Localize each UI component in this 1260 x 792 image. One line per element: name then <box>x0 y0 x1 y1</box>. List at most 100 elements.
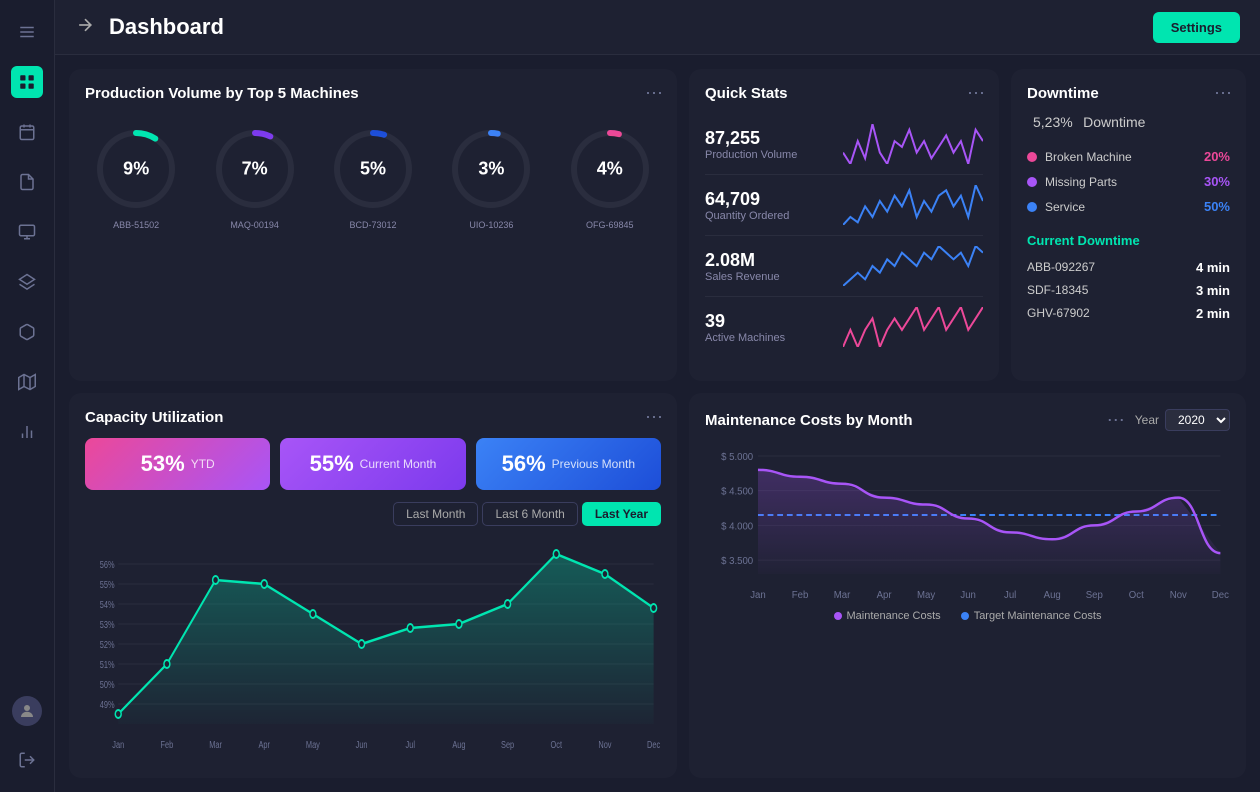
production-volume-title: Production Volume by Top 5 Machines <box>85 85 661 102</box>
svg-text:$ 3.500: $ 3.500 <box>721 556 754 567</box>
quick-stats-menu[interactable]: ⋯ <box>967 83 985 104</box>
sidebar-logout-icon[interactable] <box>11 744 43 776</box>
svg-text:Oct: Oct <box>551 739 563 750</box>
sidebar-menu-icon[interactable] <box>11 16 43 48</box>
svg-text:Mar: Mar <box>834 590 851 601</box>
maintenance-title: Maintenance Costs by Month <box>705 412 913 429</box>
sidebar-monitor-icon[interactable] <box>11 216 43 248</box>
back-arrow-icon[interactable] <box>75 15 95 40</box>
capacity-box: 55% Current Month <box>280 438 465 490</box>
legend-dot <box>961 612 969 620</box>
downtime-item: Broken Machine 20% <box>1027 144 1230 169</box>
svg-text:Aug: Aug <box>1044 590 1061 601</box>
filter-button[interactable]: Last 6 Month <box>482 502 577 526</box>
svg-text:56%: 56% <box>100 559 115 570</box>
current-downtime-item: ABB-092267 4 min <box>1027 256 1230 279</box>
settings-button[interactable]: Settings <box>1153 12 1240 43</box>
downtime-percentage: 5,23% Downtime <box>1027 114 1230 132</box>
svg-text:May: May <box>306 739 320 750</box>
maintenance-menu[interactable]: ⋯ <box>1107 410 1125 431</box>
sidebar-cube-icon[interactable] <box>11 316 43 348</box>
stat-row: 87,255 Production Volume <box>705 114 983 175</box>
downtime-card: Downtime ⋯ 5,23% Downtime Broken Machine… <box>1011 69 1246 381</box>
downtime-menu[interactable]: ⋯ <box>1214 83 1232 104</box>
page-title: Dashboard <box>109 14 224 40</box>
production-volume-card: Production Volume by Top 5 Machines ⋯ 9%… <box>69 69 677 381</box>
header: Dashboard Settings <box>55 0 1260 55</box>
svg-text:Jan: Jan <box>750 590 765 601</box>
sidebar-chart-icon[interactable] <box>11 416 43 448</box>
sidebar <box>0 0 55 792</box>
capacity-menu[interactable]: ⋯ <box>645 407 663 428</box>
svg-text:55%: 55% <box>100 579 115 590</box>
capacity-box: 56% Previous Month <box>476 438 661 490</box>
capacity-card: Capacity Utilization ⋯ 53% YTD 55% Curre… <box>69 393 677 778</box>
svg-text:Oct: Oct <box>1129 590 1144 601</box>
svg-text:Apr: Apr <box>877 590 893 601</box>
machine-circle: 9% ABB-51502 <box>91 124 181 230</box>
downtime-title: Downtime <box>1027 85 1230 102</box>
stat-row: 39 Active Machines <box>705 297 983 357</box>
year-dropdown[interactable]: 202020212022 <box>1165 409 1230 431</box>
svg-text:Aug: Aug <box>452 739 465 750</box>
svg-text:Feb: Feb <box>792 590 809 601</box>
circles-row: 9% ABB-51502 7% MAQ-00194 <box>85 114 661 235</box>
filter-button[interactable]: Last Month <box>393 502 478 526</box>
sidebar-document-icon[interactable] <box>11 166 43 198</box>
svg-text:Sep: Sep <box>1086 590 1104 601</box>
svg-text:Dec: Dec <box>1212 590 1229 601</box>
sidebar-dashboard-icon[interactable] <box>11 66 43 98</box>
svg-text:Mar: Mar <box>209 739 222 750</box>
downtime-item: Service 50% <box>1027 194 1230 219</box>
svg-text:Jul: Jul <box>1004 590 1016 601</box>
time-filters: Last MonthLast 6 MonthLast Year <box>85 502 661 526</box>
capacity-chart: 56%55%54%53%52%51%50%49%JanFebMarAprMayJ… <box>85 534 661 754</box>
current-downtime-item: GHV-67902 2 min <box>1027 302 1230 325</box>
main-content: Dashboard Settings Production Volume by … <box>55 0 1260 792</box>
svg-text:$ 5.000: $ 5.000 <box>721 452 754 463</box>
svg-text:53%: 53% <box>100 619 115 630</box>
machine-circle: 4% OFG-69845 <box>565 124 655 230</box>
stats-container: 87,255 Production Volume 64,709 Quantity… <box>705 114 983 357</box>
sidebar-layers-icon[interactable] <box>11 266 43 298</box>
svg-text:Feb: Feb <box>161 739 174 750</box>
maintenance-legend: Maintenance Costs Target Maintenance Cos… <box>705 610 1230 622</box>
svg-text:Jun: Jun <box>356 739 368 750</box>
dashboard-body: Production Volume by Top 5 Machines ⋯ 9%… <box>55 55 1260 792</box>
current-downtime-title: Current Downtime <box>1027 233 1230 248</box>
svg-text:52%: 52% <box>100 639 115 650</box>
legend-dot <box>834 612 842 620</box>
downtime-dot <box>1027 152 1037 162</box>
downtime-item: Missing Parts 30% <box>1027 169 1230 194</box>
machine-circle: 5% BCD-73012 <box>328 124 418 230</box>
capacity-box: 53% YTD <box>85 438 270 490</box>
current-downtime-items: ABB-092267 4 min SDF-18345 3 min GHV-679… <box>1027 256 1230 325</box>
machine-circle: 3% UIO-10236 <box>446 124 536 230</box>
downtime-dot <box>1027 202 1037 212</box>
svg-text:Sep: Sep <box>501 739 514 750</box>
svg-text:Jul: Jul <box>406 739 415 750</box>
quick-stats-card: Quick Stats ⋯ 87,255 Production Volume 6… <box>689 69 999 381</box>
legend-item: Target Maintenance Costs <box>961 610 1102 622</box>
capacity-boxes: 53% YTD 55% Current Month 56% Previous M… <box>85 438 661 490</box>
svg-text:$ 4.500: $ 4.500 <box>721 487 754 498</box>
downtime-dot <box>1027 177 1037 187</box>
svg-text:Nov: Nov <box>1170 590 1187 601</box>
machine-circle: 7% MAQ-00194 <box>210 124 300 230</box>
svg-text:May: May <box>917 590 935 601</box>
production-volume-menu[interactable]: ⋯ <box>645 83 663 104</box>
legend-item: Maintenance Costs <box>834 610 941 622</box>
svg-text:$ 4.000: $ 4.000 <box>721 521 754 532</box>
sidebar-map-icon[interactable] <box>11 366 43 398</box>
svg-text:Dec: Dec <box>647 739 661 750</box>
sidebar-calendar-icon[interactable] <box>11 116 43 148</box>
maintenance-costs-card: Maintenance Costs by Month ⋯ Year 202020… <box>689 393 1246 778</box>
sidebar-avatar[interactable] <box>12 696 42 726</box>
svg-text:50%: 50% <box>100 679 115 690</box>
year-select: Year 202020212022 <box>1135 409 1230 431</box>
svg-text:49%: 49% <box>100 699 115 710</box>
capacity-title: Capacity Utilization <box>85 409 661 426</box>
stat-row: 64,709 Quantity Ordered <box>705 175 983 236</box>
filter-button[interactable]: Last Year <box>582 502 661 526</box>
svg-text:54%: 54% <box>100 599 115 610</box>
